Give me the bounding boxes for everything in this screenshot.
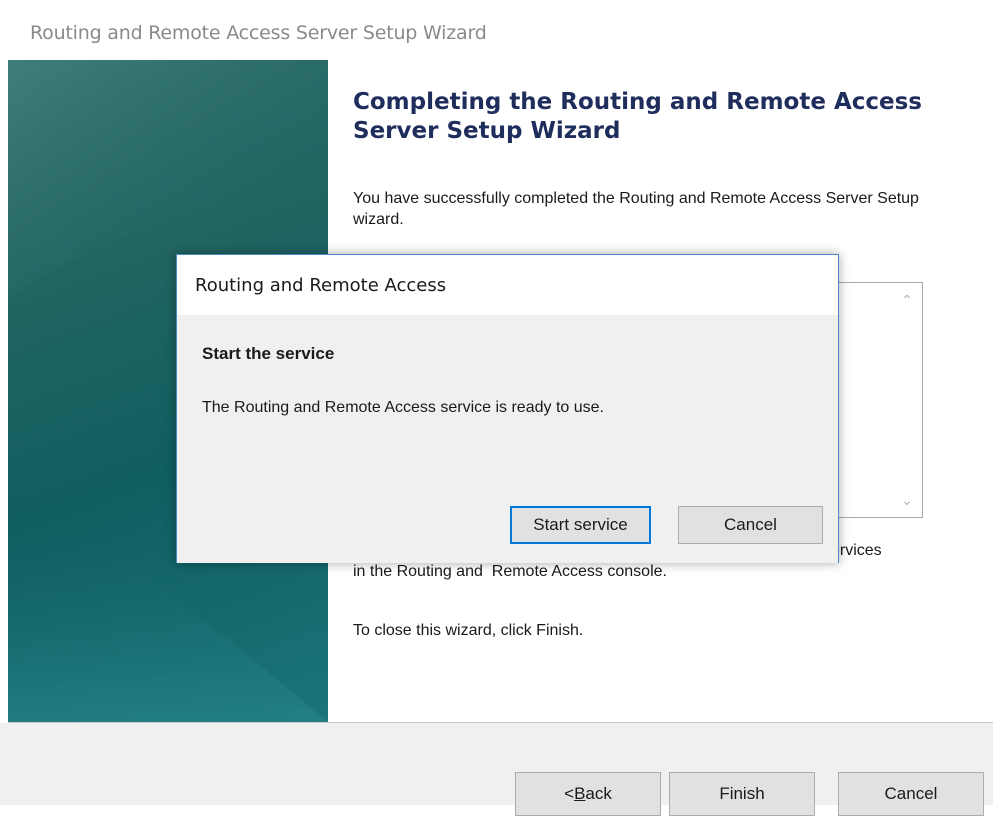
cancel-button[interactable]: Cancel (838, 772, 984, 816)
dialog-cancel-button[interactable]: Cancel (678, 506, 823, 544)
page-title: Completing the Routing and Remote Access… (353, 89, 922, 144)
back-button-rest: ack (585, 784, 612, 803)
close-instructions: To close this wizard, click Finish. (353, 622, 584, 639)
dialog-message: The Routing and Remote Access service is… (202, 399, 604, 416)
manage-text-line2: in the Routing and Remote Access console… (353, 563, 667, 580)
window-title: Routing and Remote Access Server Setup W… (30, 22, 487, 44)
dialog-body: Start the service The Routing and Remote… (177, 315, 838, 563)
scroll-up-arrow-icon[interactable]: ⌃ (898, 291, 916, 309)
wizard-window: Routing and Remote Access Server Setup W… (0, 0, 993, 816)
finish-button[interactable]: Finish (669, 772, 815, 816)
completion-description: You have successfully completed the Rout… (353, 190, 919, 228)
dialog-heading: Start the service (202, 344, 335, 363)
start-service-dialog: Routing and Remote Access Start the serv… (176, 254, 839, 563)
dialog-title: Routing and Remote Access (195, 275, 447, 296)
back-button[interactable]: < Back (515, 772, 661, 816)
scroll-down-arrow-icon[interactable]: ⌄ (898, 491, 916, 509)
back-button-mnemonic: B (574, 784, 586, 803)
dialog-titlebar: Routing and Remote Access (177, 255, 838, 315)
start-service-button[interactable]: Start service (510, 506, 651, 544)
back-button-prefix: < (564, 784, 575, 803)
